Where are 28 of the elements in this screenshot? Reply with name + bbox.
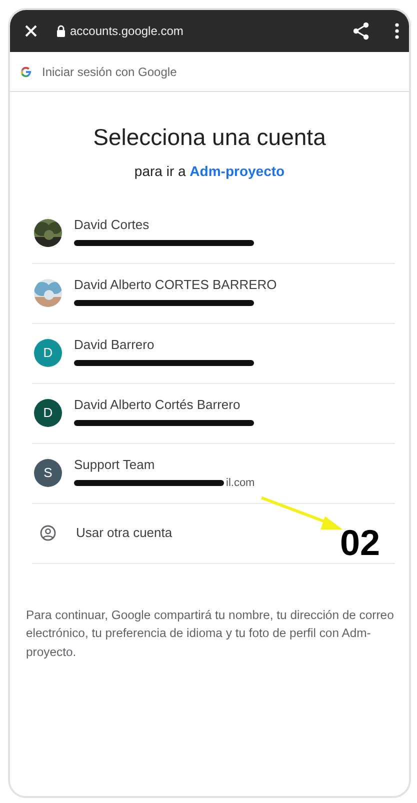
disclaimer-text: Para continuar, Google compartirá tu nombre, tu dirección de correo electrónico, tu preferencia de idioma y tu foto de perfil con Adm-proyecto.: [26, 606, 395, 662]
avatar-letter: D: [34, 339, 62, 367]
account-row[interactable]: David Alberto CORTES BARRERO: [32, 264, 395, 324]
account-name: David Cortes: [74, 217, 150, 233]
account-name: David Alberto Cortés Barrero: [74, 397, 242, 413]
email-text: il.com: [226, 476, 255, 491]
lock-icon: [56, 25, 66, 37]
account-name: Support Team: [74, 457, 156, 473]
more-menu-icon[interactable]: [395, 23, 399, 39]
account-row[interactable]: D David Barrero: [32, 324, 395, 384]
google-logo-icon: [20, 66, 32, 78]
account-row[interactable]: D David Alberto Cortés Barrero: [32, 384, 395, 444]
account-row[interactable]: David Cortes: [32, 204, 395, 264]
avatar-letter: S: [34, 459, 62, 487]
subtitle-text: para ir a: [134, 162, 187, 178]
account-row[interactable]: S Support Team il.com: [32, 444, 395, 504]
account-name: David Barrero: [74, 337, 156, 353]
share-icon[interactable]: [353, 22, 369, 40]
close-icon[interactable]: [24, 24, 38, 38]
use-other-account-text: Usar otra cuenta: [76, 524, 172, 542]
annotation-label: 02: [340, 525, 380, 561]
header-title: Iniciar sesión con Google: [42, 64, 177, 80]
app-link[interactable]: Adm-proyecto: [190, 162, 285, 178]
account-name: David Alberto CORTES BARRERO: [74, 277, 277, 293]
account-circle-icon: [40, 525, 56, 541]
avatar-letter: D: [34, 399, 62, 427]
url-text[interactable]: accounts.google.com: [70, 22, 184, 40]
page-title: Selecciona una cuenta: [92, 123, 327, 152]
